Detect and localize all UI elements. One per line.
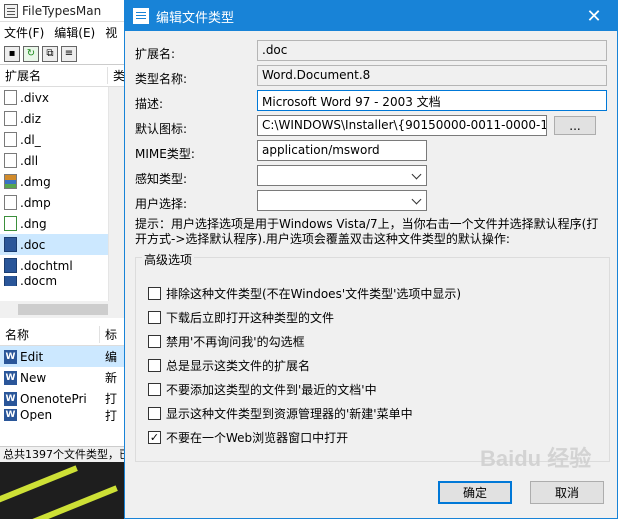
checkbox[interactable] (148, 311, 161, 324)
action-item[interactable]: W New 新 (0, 367, 129, 388)
dialog-titlebar: 编辑文件类型 (125, 1, 617, 31)
option-show-in-new-menu[interactable]: 显示这种文件类型到资源管理器的'新建'菜单中 (148, 405, 413, 422)
mime-input[interactable]: application/msword (257, 140, 427, 161)
file-icon (4, 195, 17, 210)
advanced-options-group: 高级选项 排除这种文件类型(不在Windoes'文件类型'选项中显示) 下载后立… (135, 251, 610, 462)
file-icon (4, 153, 17, 168)
column-name[interactable]: 名称 (0, 326, 100, 343)
user-choice-select[interactable] (257, 190, 427, 211)
label-mime: MIME类型: (135, 147, 195, 161)
cancel-button[interactable]: 取消 (530, 481, 604, 504)
description-input[interactable]: Microsoft Word 97 - 2003 文档 (257, 90, 607, 111)
list-horizontal-scrollbar[interactable] (0, 301, 129, 318)
word-icon: W (4, 349, 17, 364)
file-icon (4, 111, 17, 126)
column-ext[interactable]: 扩展名 (0, 67, 108, 84)
save-icon[interactable]: ▪ (4, 45, 20, 62)
browse-icon-button[interactable]: ... (554, 116, 596, 135)
actions-header: 名称 标 (0, 324, 129, 346)
word-icon (4, 237, 17, 252)
checkbox[interactable] (148, 335, 161, 348)
file-icon (4, 132, 17, 147)
perceived-type-select[interactable] (257, 165, 427, 186)
checkbox[interactable] (148, 287, 161, 300)
app-icon (4, 3, 18, 18)
extension-field: .doc (257, 40, 607, 61)
copy-icon[interactable]: ⧉ (42, 45, 58, 62)
ok-button[interactable]: 确定 (438, 481, 512, 504)
action-item[interactable]: W OnenotePri 打 (0, 388, 129, 409)
label-extension: 扩展名: (135, 47, 176, 61)
baidu-watermark: Baidu 经验 (480, 446, 592, 471)
hint-text: 提示：用户选择选项是用于Windows Vista/7上，当你右击一个文件并选择… (135, 217, 599, 246)
main-menubar: 文件(F) 编辑(E) 视 (0, 22, 129, 43)
column-title[interactable]: 标 (100, 326, 117, 343)
option-always-show-ext[interactable]: 总是显示这类文件的扩展名 (148, 357, 310, 374)
scrollbar-thumb[interactable] (18, 304, 108, 315)
actions-pane: 名称 标 W Edit 编 W New 新 W OnenotePri 打 W Open 打 (0, 324, 129, 421)
checkbox-checked[interactable]: ✓ (148, 431, 161, 444)
option-exclude-type[interactable]: 排除这种文件类型(不在Windoes'文件类型'选项中显示) (148, 285, 461, 302)
column-type[interactable]: 类 (108, 67, 125, 84)
main-titlebar: FileTypesMan (0, 0, 129, 22)
file-icon (4, 90, 17, 105)
label-user-choice: 用户选择: (135, 197, 188, 211)
word-icon (4, 258, 17, 273)
properties-icon[interactable]: ≡ (61, 45, 77, 62)
option-no-recent-docs[interactable]: 不要添加这类型的文件到'最近的文档'中 (148, 381, 377, 398)
checkbox[interactable] (148, 383, 161, 396)
main-title: FileTypesMan (22, 3, 102, 18)
checkbox[interactable] (148, 359, 161, 372)
label-default-icon: 默认图标: (135, 122, 188, 136)
action-item[interactable]: W Open 打 (0, 409, 129, 421)
default-icon-input[interactable]: C:\WINDOWS\Installer\{90150000-0011-0000… (257, 115, 547, 136)
refresh-icon[interactable]: ↻ (23, 45, 39, 62)
menu-edit[interactable]: 编辑(E) (54, 24, 95, 41)
desktop-background (0, 462, 130, 519)
word-icon: W (4, 370, 17, 385)
type-name-field: Word.Document.8 (257, 65, 607, 86)
word-icon: W (4, 391, 17, 406)
close-icon[interactable]: ✕ (571, 1, 617, 31)
archive-icon (4, 174, 17, 189)
word-icon (4, 276, 17, 286)
main-window: FileTypesMan 文件(F) 编辑(E) 视 ▪ ↻ ⧉ ≡ 扩展名 类… (0, 0, 130, 462)
checkbox[interactable] (148, 407, 161, 420)
chevron-down-icon (411, 194, 422, 205)
edit-file-type-dialog: 编辑文件类型 ✕ 扩展名: .doc 类型名称: Word.Document.8… (124, 0, 618, 519)
option-open-after-download[interactable]: 下载后立即打开这种类型的文件 (148, 309, 334, 326)
advanced-options-label: 高级选项 (142, 251, 195, 268)
status-bar: 总共1397个文件类型，已 (0, 446, 129, 462)
action-item-selected[interactable]: W Edit 编 (0, 346, 129, 367)
chevron-down-icon (411, 169, 422, 180)
dialog-app-icon (133, 8, 149, 24)
main-toolbar: ▪ ↻ ⧉ ≡ (0, 43, 129, 65)
image-icon (4, 216, 17, 231)
menu-view[interactable]: 视 (105, 24, 117, 41)
menu-file[interactable]: 文件(F) (4, 24, 44, 41)
option-no-browser-open[interactable]: ✓ 不要在一个Web浏览器窗口中打开 (148, 429, 348, 446)
dialog-title: 编辑文件类型 (156, 10, 235, 26)
list-header: 扩展名 类 (0, 65, 129, 87)
word-icon: W (4, 409, 17, 421)
option-disable-dont-ask[interactable]: 禁用'不再询问我'的勾选框 (148, 333, 305, 350)
label-type-name: 类型名称: (135, 72, 188, 86)
label-perceived-type: 感知类型: (135, 172, 188, 186)
label-description: 描述: (135, 97, 164, 111)
